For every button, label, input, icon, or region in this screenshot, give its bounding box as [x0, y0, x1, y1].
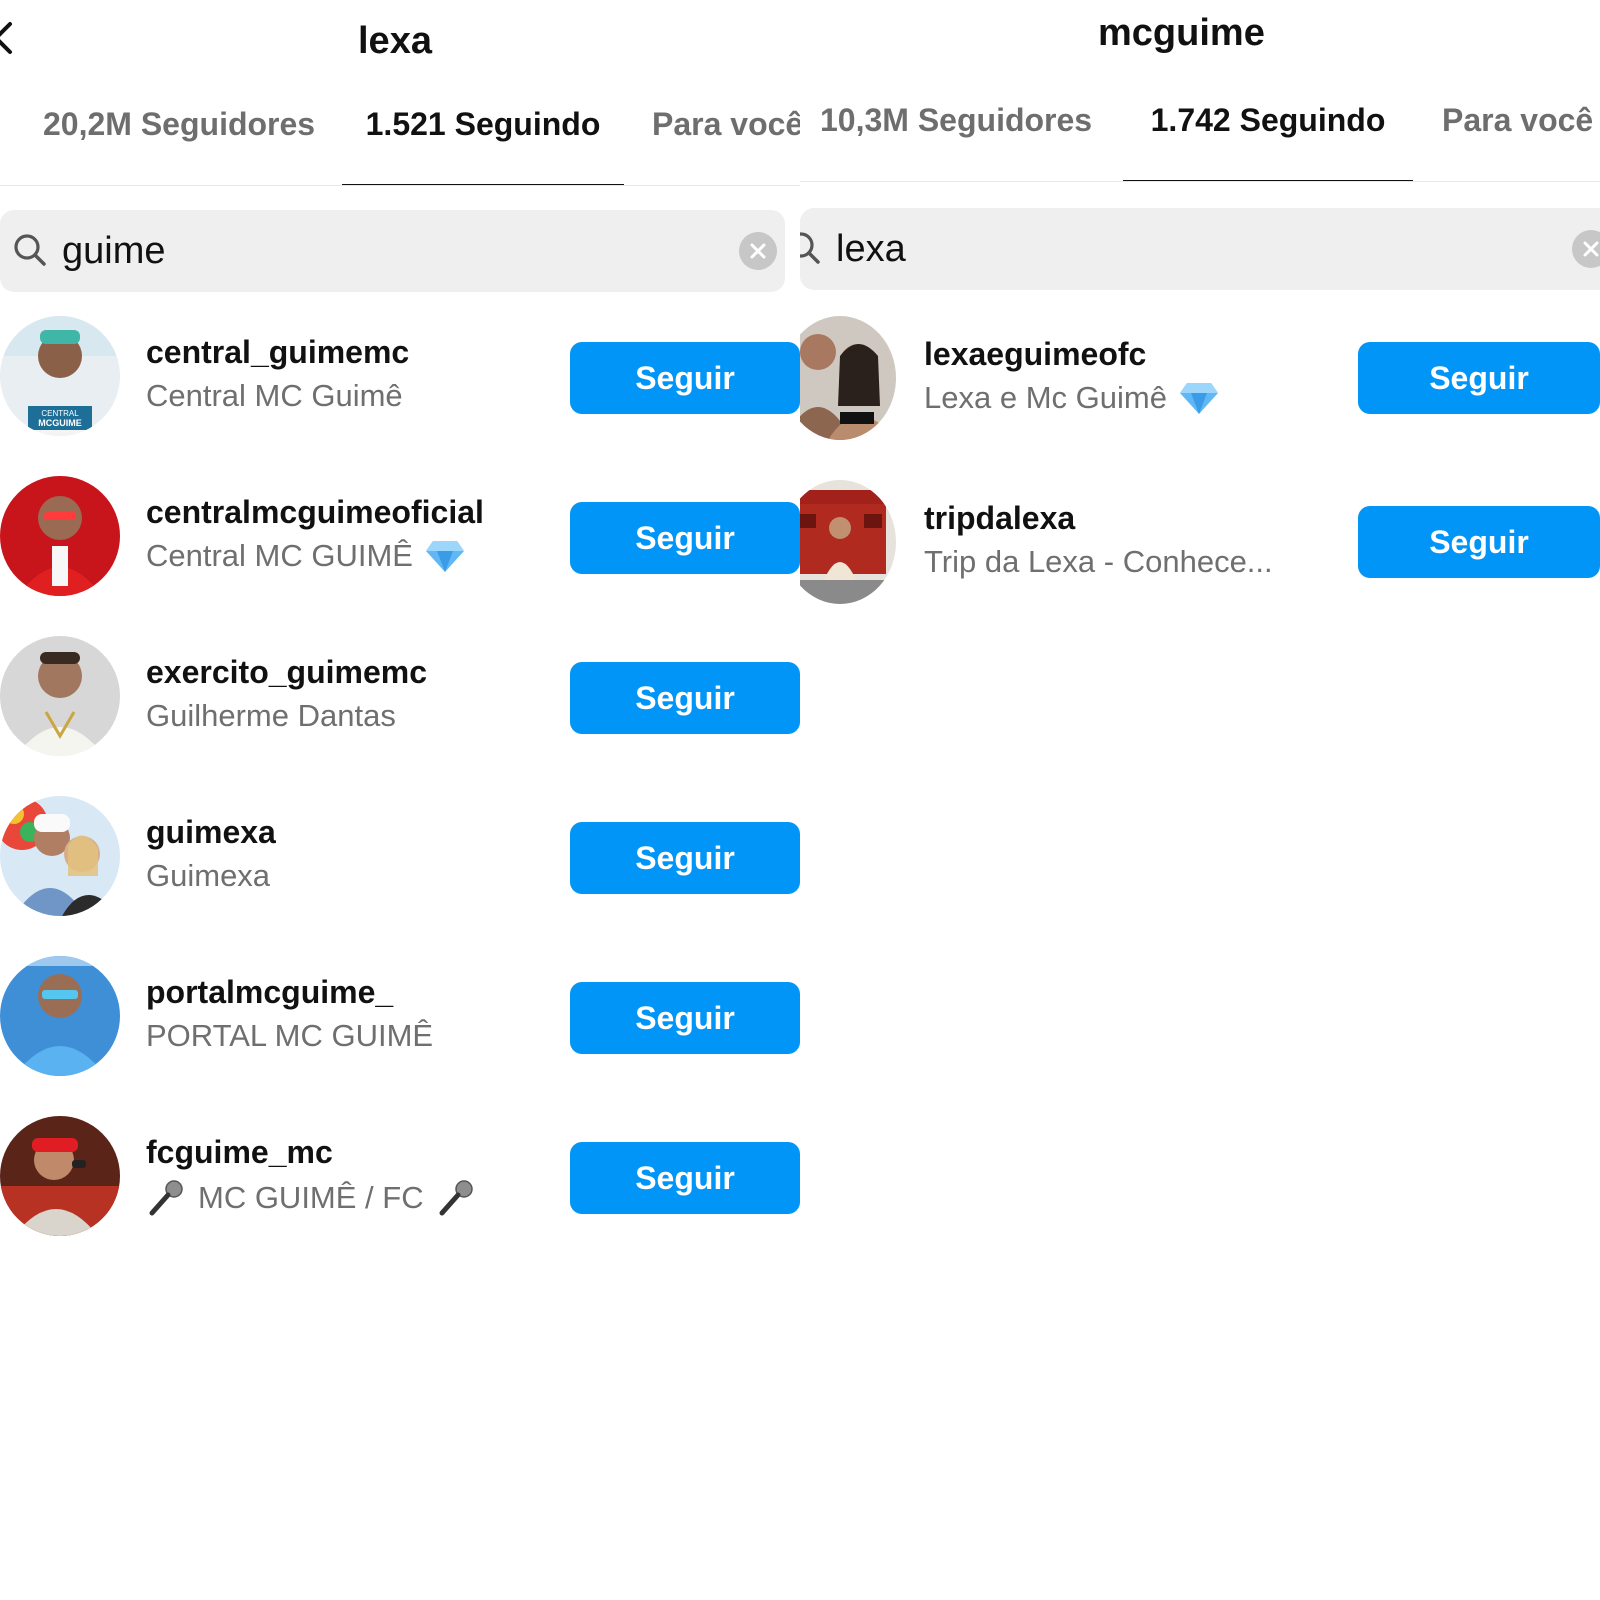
avatar[interactable]: [0, 796, 120, 916]
full-name: PORTAL MC GUIMÊ: [146, 1018, 433, 1054]
username[interactable]: centralmcguimeoficial: [146, 494, 484, 531]
follow-button[interactable]: Seguir: [570, 982, 800, 1054]
follow-button[interactable]: Seguir: [570, 822, 800, 894]
search-input[interactable]: guime: [62, 230, 166, 273]
follow-button[interactable]: Seguir: [570, 502, 800, 574]
microphone-icon: [439, 1180, 473, 1216]
tab-suggested[interactable]: Para você: [1442, 92, 1593, 180]
diamond-icon: [425, 541, 464, 572]
avatar[interactable]: [0, 476, 120, 596]
tab-followers[interactable]: 10,3M Seguidores: [820, 92, 1092, 180]
username[interactable]: tripdalexa: [924, 500, 1075, 537]
full-name-text: Central MC Guimê: [146, 378, 403, 413]
search-bar[interactable]: guime: [0, 210, 785, 292]
full-name-text: Guilherme Dantas: [146, 698, 396, 733]
right-panel: mcguime 10,3M Seguidores 1.742 Seguindo …: [800, 0, 1600, 1600]
clear-icon[interactable]: [1572, 230, 1600, 268]
full-name-text: Central MC GUIMÊ: [146, 538, 413, 573]
username[interactable]: fcguime_mc: [146, 1134, 333, 1171]
follow-button[interactable]: Seguir: [570, 1142, 800, 1214]
full-name-text: Guimexa: [146, 858, 271, 893]
search-input[interactable]: lexa: [836, 228, 906, 271]
search-bar[interactable]: lexa: [800, 208, 1600, 290]
list-item[interactable]: fcguime_mc MC GUIMÊ / FC Seguir: [0, 1116, 800, 1246]
avatar[interactable]: [0, 636, 120, 756]
full-name-text: MC GUIMÊ / FC: [198, 1180, 424, 1215]
avatar[interactable]: [0, 1116, 120, 1236]
username[interactable]: lexaeguimeofc: [924, 336, 1146, 373]
username[interactable]: exercito_guimemc: [146, 654, 427, 691]
full-name-text: Lexa e Mc Guimê: [924, 380, 1167, 415]
tab-bar: 20,2M Seguidores 1.521 Seguindo Para voc…: [0, 96, 800, 186]
tab-divider: [800, 181, 1600, 182]
search-icon: [800, 232, 820, 264]
full-name: Central MC GUIMÊ: [146, 538, 465, 574]
full-name-text: PORTAL MC GUIMÊ: [146, 1018, 434, 1053]
profile-title: lexa: [358, 20, 432, 62]
tab-suggested[interactable]: Para você: [652, 96, 800, 184]
follow-button[interactable]: Seguir: [570, 342, 800, 414]
search-icon: [14, 234, 46, 266]
avatar[interactable]: [800, 316, 896, 440]
follow-button[interactable]: Seguir: [570, 662, 800, 734]
tab-divider: [0, 185, 800, 186]
follow-button[interactable]: Seguir: [1358, 506, 1600, 578]
list-item[interactable]: tripdalexa Trip da Lexa - Conhece... Seg…: [800, 480, 1600, 610]
username[interactable]: guimexa: [146, 814, 276, 851]
tab-following[interactable]: 1.742 Seguindo: [1123, 92, 1413, 182]
full-name: Trip da Lexa - Conhece...: [924, 544, 1273, 580]
clear-icon[interactable]: [739, 232, 777, 270]
avatar[interactable]: CENTRAL MCGUIME: [0, 316, 120, 436]
back-chevron-icon[interactable]: [0, 18, 26, 58]
list-item[interactable]: guimexa Guimexa Seguir: [0, 796, 800, 926]
avatar-text-mcguime: MCGUIME: [38, 418, 82, 428]
list-item[interactable]: portalmcguime_ PORTAL MC GUIMÊ Seguir: [0, 956, 800, 1086]
avatar[interactable]: [0, 956, 120, 1076]
full-name: Guilherme Dantas: [146, 698, 396, 734]
diamond-icon: [1179, 383, 1218, 414]
list-item[interactable]: centralmcguimeoficial Central MC GUIMÊ S…: [0, 476, 800, 606]
tab-bar: 10,3M Seguidores 1.742 Seguindo Para voc…: [800, 92, 1600, 182]
profile-title: mcguime: [1098, 12, 1265, 54]
tab-following[interactable]: 1.521 Seguindo: [342, 96, 624, 186]
left-panel: lexa 20,2M Seguidores 1.521 Seguindo Par…: [0, 0, 800, 1600]
full-name: MC GUIMÊ / FC: [146, 1178, 476, 1218]
avatar-text-central: CENTRAL: [41, 409, 79, 418]
list-item[interactable]: lexaeguimeofc Lexa e Mc Guimê Seguir: [800, 316, 1600, 446]
full-name: Lexa e Mc Guimê: [924, 380, 1219, 416]
list-item[interactable]: exercito_guimemc Guilherme Dantas Seguir: [0, 636, 800, 766]
username[interactable]: portalmcguime_: [146, 974, 393, 1011]
username[interactable]: central_guimemc: [146, 334, 409, 371]
tab-followers[interactable]: 20,2M Seguidores: [43, 96, 315, 184]
full-name: Guimexa: [146, 858, 270, 894]
full-name: Central MC Guimê: [146, 378, 403, 414]
full-name-text: Trip da Lexa - Conhece...: [924, 544, 1273, 579]
list-item[interactable]: CENTRAL MCGUIME central_guimemc Central …: [0, 316, 800, 446]
microphone-icon: [149, 1180, 183, 1216]
avatar[interactable]: [800, 480, 896, 604]
follow-button[interactable]: Seguir: [1358, 342, 1600, 414]
